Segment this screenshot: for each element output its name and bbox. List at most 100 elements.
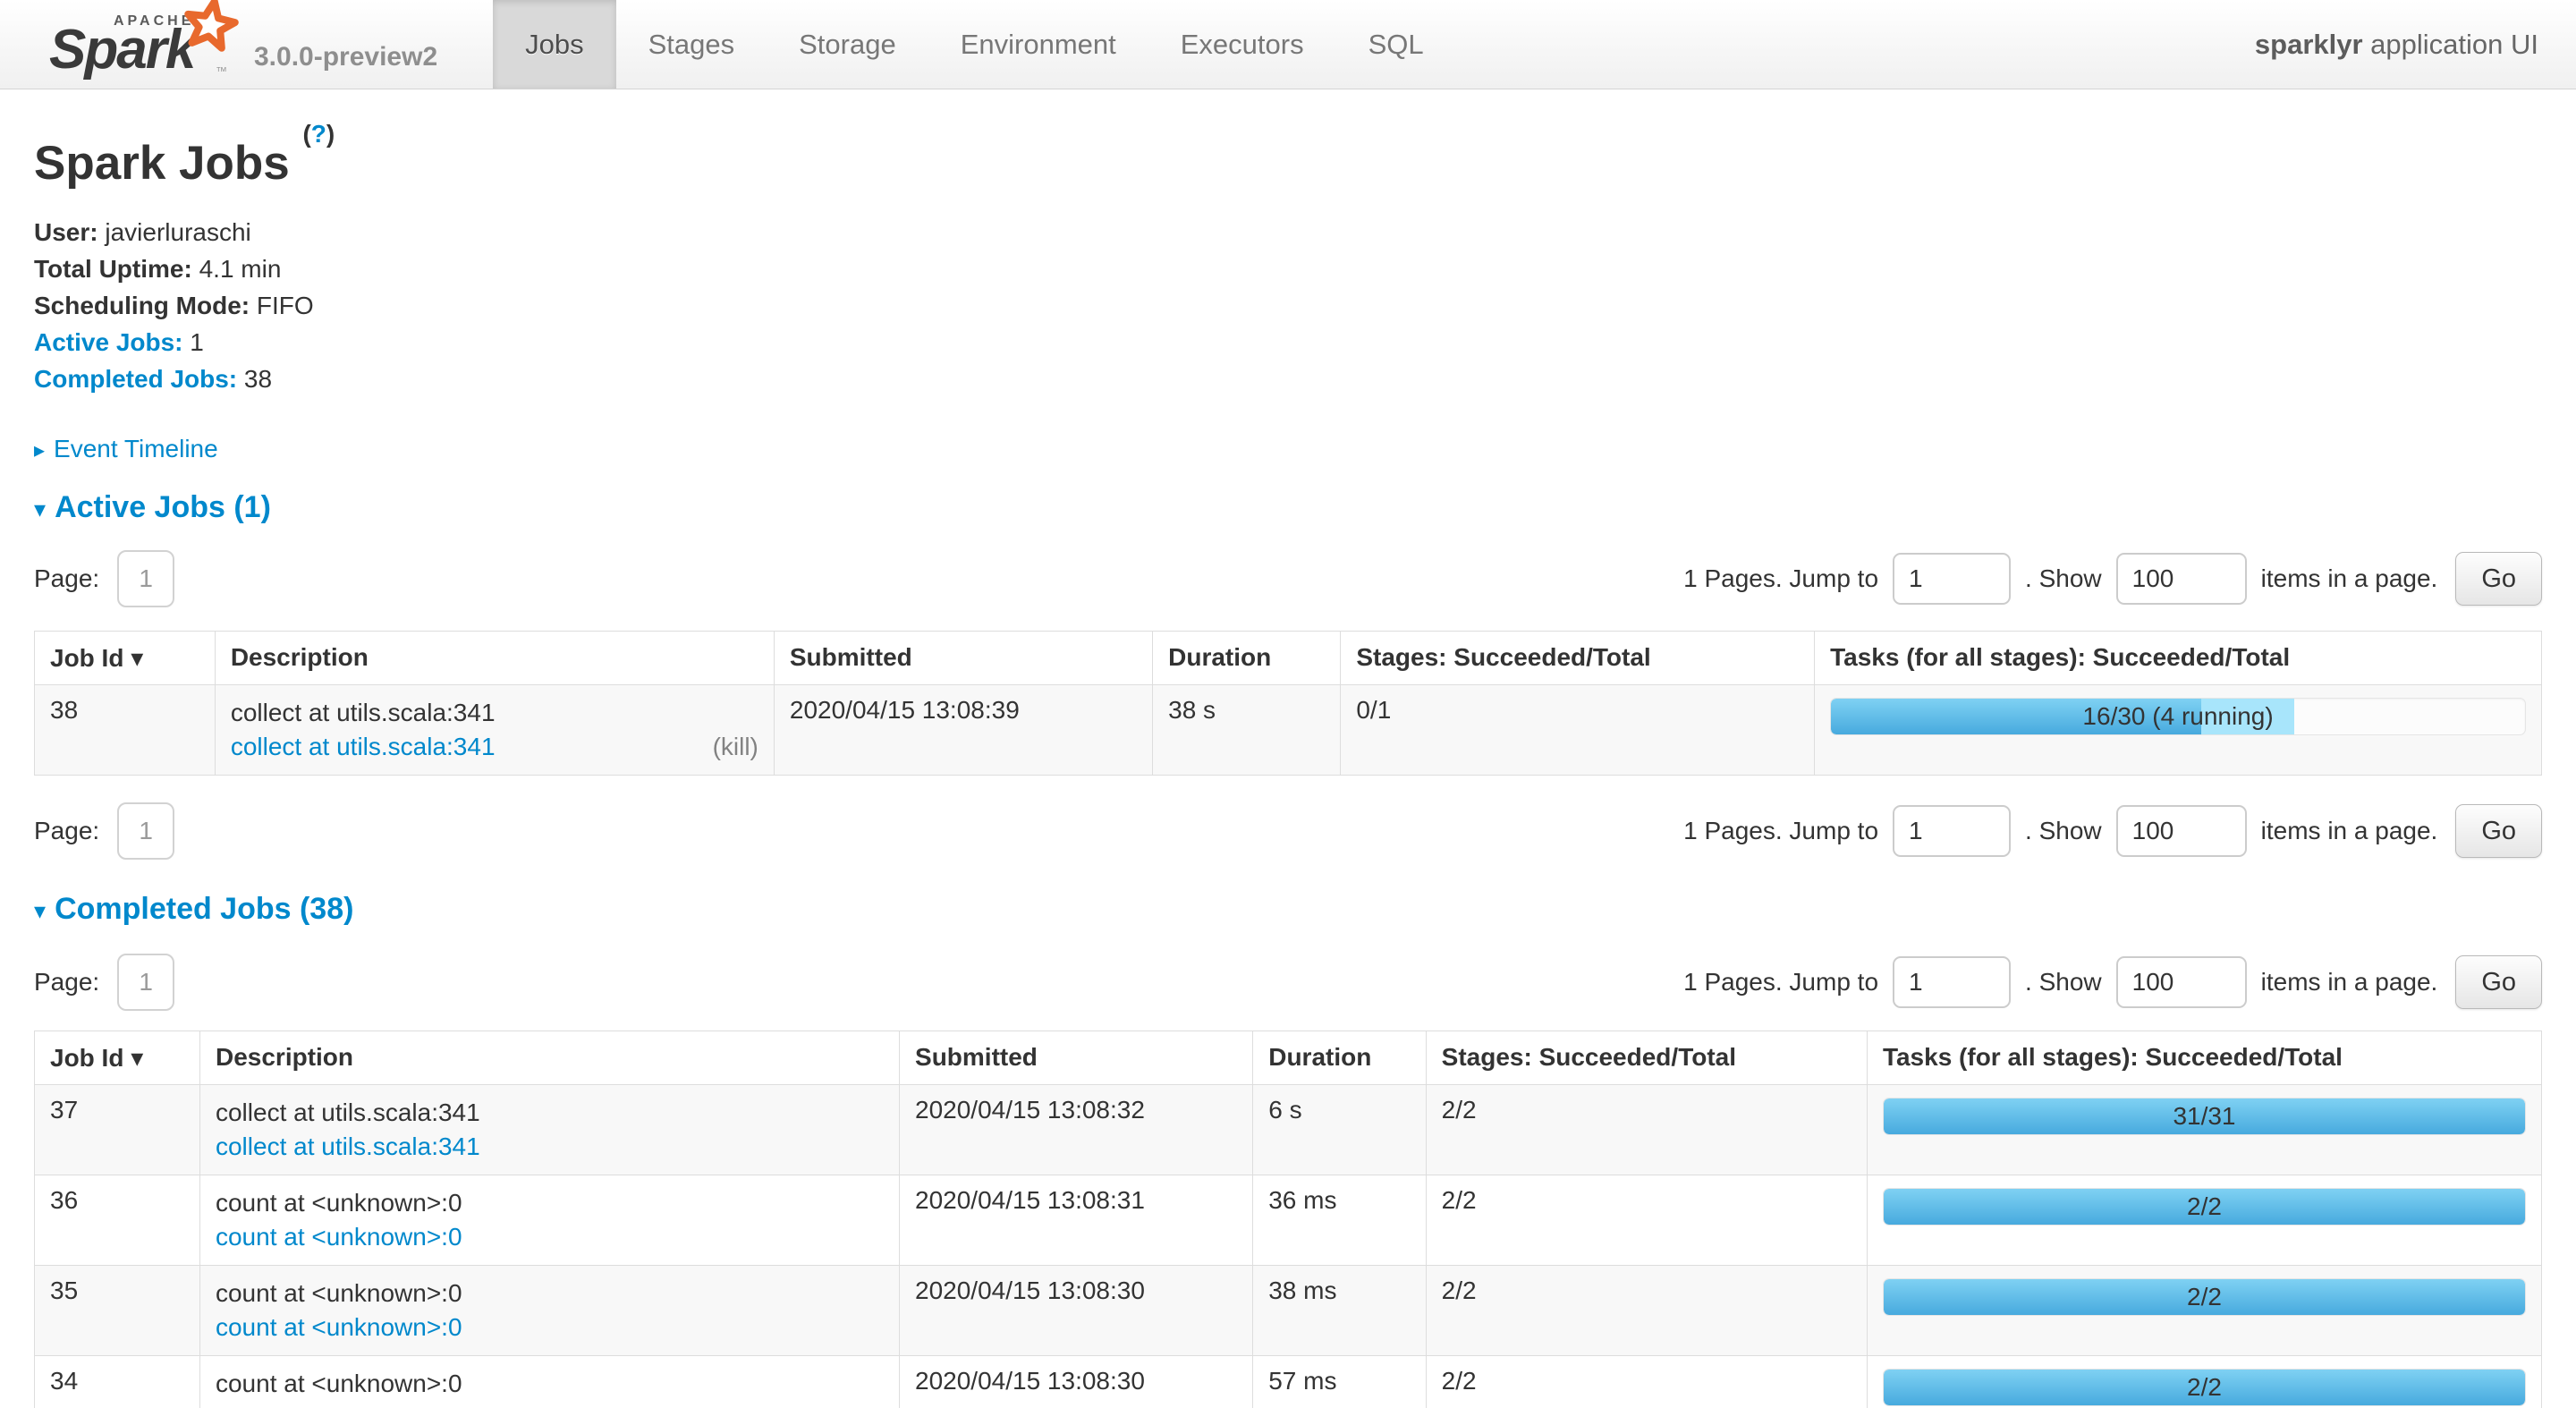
col-tasks[interactable]: Tasks (for all stages): Succeeded/Total <box>1815 632 2542 685</box>
job-id-cell: 36 <box>35 1175 200 1266</box>
collapse-arrow-icon: ▾ <box>34 496 46 522</box>
jump-to-page-input[interactable] <box>1893 805 2011 857</box>
go-button[interactable]: Go <box>2455 955 2542 1009</box>
description-cell: count at <unknown>:0 count at <unknown>:… <box>199 1266 899 1356</box>
description-cell: count at <unknown>:0 count at <unknown>:… <box>199 1175 899 1266</box>
table-row: 34 count at <unknown>:0 count at <unknow… <box>35 1356 2542 1408</box>
tab-sql[interactable]: SQL <box>1336 0 1456 89</box>
expand-arrow-icon: ▸ <box>34 438 45 462</box>
submitted-cell: 2020/04/15 13:08:39 <box>774 685 1152 776</box>
tasks-cell: 2/2 <box>1867 1266 2541 1356</box>
tasks-cell: 31/31 <box>1867 1085 2541 1175</box>
page-number-box[interactable]: 1 <box>117 802 174 860</box>
job-id-cell: 38 <box>35 685 216 776</box>
page-label: Page: <box>34 564 99 593</box>
col-duration[interactable]: Duration <box>1253 1031 1426 1085</box>
items-per-page-input[interactable] <box>2116 553 2247 605</box>
job-description-link[interactable]: collect at utils.scala:341 <box>216 1130 480 1164</box>
items-text: items in a page. <box>2261 968 2438 997</box>
table-row: 36 count at <unknown>:0 count at <unknow… <box>35 1175 2542 1266</box>
col-job-id[interactable]: Job Id ▾ <box>35 632 216 685</box>
col-stages[interactable]: Stages: Succeeded/Total <box>1426 1031 1867 1085</box>
job-id-cell: 35 <box>35 1266 200 1356</box>
progress-label: 2/2 <box>1884 1370 2525 1405</box>
completed-jobs-heading[interactable]: ▾Completed Jobs (38) <box>34 892 2542 927</box>
task-progress-bar: 16/30 (4 running) <box>1830 698 2526 735</box>
page-label: Page: <box>34 817 99 845</box>
tasks-cell: 2/2 <box>1867 1356 2541 1408</box>
task-progress-bar: 2/2 <box>1883 1278 2526 1316</box>
items-text: items in a page. <box>2261 817 2438 845</box>
tab-executors[interactable]: Executors <box>1148 0 1336 89</box>
help-link[interactable]: (?) <box>302 120 335 148</box>
col-submitted[interactable]: Submitted <box>900 1031 1253 1085</box>
job-id-cell: 37 <box>35 1085 200 1175</box>
stages-cell: 2/2 <box>1426 1085 1867 1175</box>
active-pagination-bottom: Page: 1 1 Pages. Jump to . Show items in… <box>34 802 2542 860</box>
progress-label: 2/2 <box>1884 1279 2525 1315</box>
table-row: 35 count at <unknown>:0 count at <unknow… <box>35 1266 2542 1356</box>
tab-stages[interactable]: Stages <box>616 0 767 89</box>
tasks-cell: 16/30 (4 running) <box>1815 685 2542 776</box>
duration-cell: 38 s <box>1153 685 1341 776</box>
nav-tabs: Jobs Stages Storage Environment Executor… <box>493 0 1455 89</box>
question-mark-icon: ? <box>311 120 326 148</box>
col-duration[interactable]: Duration <box>1153 632 1341 685</box>
pages-jump-text: 1 Pages. Jump to <box>1683 968 1878 997</box>
job-description-link[interactable]: count at <unknown>:0 <box>216 1401 462 1408</box>
col-tasks[interactable]: Tasks (for all stages): Succeeded/Total <box>1867 1031 2541 1085</box>
page-title: Spark Jobs (?) <box>34 136 2542 191</box>
page-number-box[interactable]: 1 <box>117 954 174 1011</box>
page-number-box[interactable]: 1 <box>117 550 174 607</box>
jump-to-page-input[interactable] <box>1893 956 2011 1008</box>
jump-to-page-input[interactable] <box>1893 553 2011 605</box>
task-progress-bar: 31/31 <box>1883 1098 2526 1135</box>
progress-label: 16/30 (4 running) <box>1831 699 2525 734</box>
description-cell: collect at utils.scala:341 collect at ut… <box>199 1085 899 1175</box>
go-button[interactable]: Go <box>2455 552 2542 606</box>
kill-link[interactable]: (kill) <box>713 730 758 764</box>
col-stages[interactable]: Stages: Succeeded/Total <box>1341 632 1815 685</box>
col-submitted[interactable]: Submitted <box>774 632 1152 685</box>
description-cell: collect at utils.scala:341 collect at ut… <box>215 685 774 776</box>
task-progress-bar: 2/2 <box>1883 1369 2526 1406</box>
show-text: . Show <box>2025 564 2102 593</box>
active-jobs-table: Job Id ▾ Description Submitted Duration … <box>34 631 2542 776</box>
table-header-row: Job Id ▾ Description Submitted Duration … <box>35 1031 2542 1085</box>
tab-environment[interactable]: Environment <box>928 0 1148 89</box>
spark-star-icon <box>177 0 243 59</box>
tasks-cell: 2/2 <box>1867 1175 2541 1266</box>
table-row: 37 collect at utils.scala:341 collect at… <box>35 1085 2542 1175</box>
tab-storage[interactable]: Storage <box>767 0 928 89</box>
job-description-link[interactable]: count at <unknown>:0 <box>216 1310 462 1344</box>
job-description-link[interactable]: collect at utils.scala:341 <box>231 730 496 764</box>
col-description[interactable]: Description <box>215 632 774 685</box>
page-label: Page: <box>34 968 99 997</box>
tab-jobs[interactable]: Jobs <box>493 0 615 89</box>
trademark-symbol: ™ <box>216 64 227 78</box>
go-button[interactable]: Go <box>2455 804 2542 858</box>
items-per-page-input[interactable] <box>2116 956 2247 1008</box>
completed-jobs-link[interactable]: Completed Jobs: <box>34 365 237 393</box>
table-header-row: Job Id ▾ Description Submitted Duration … <box>35 632 2542 685</box>
col-description[interactable]: Description <box>199 1031 899 1085</box>
col-job-id[interactable]: Job Id ▾ <box>35 1031 200 1085</box>
duration-cell: 36 ms <box>1253 1175 1426 1266</box>
pages-jump-text: 1 Pages. Jump to <box>1683 564 1878 593</box>
info-scheduling-mode: Scheduling Mode: FIFO <box>34 287 2542 324</box>
job-description-link[interactable]: count at <unknown>:0 <box>216 1220 462 1254</box>
active-jobs-link[interactable]: Active Jobs: <box>34 328 183 356</box>
items-per-page-input[interactable] <box>2116 805 2247 857</box>
application-title: sparklyr application UI <box>2255 0 2538 89</box>
event-timeline-toggle[interactable]: ▸Event Timeline <box>34 435 2542 463</box>
collapse-arrow-icon: ▾ <box>34 897 46 924</box>
table-row: 38 collect at utils.scala:341 collect at… <box>35 685 2542 776</box>
stages-cell: 2/2 <box>1426 1356 1867 1408</box>
spark-version: 3.0.0-preview2 <box>242 42 437 89</box>
pages-jump-text: 1 Pages. Jump to <box>1683 817 1878 845</box>
summary-info: User: javierluraschi Total Uptime: 4.1 m… <box>34 214 2542 397</box>
stages-cell: 0/1 <box>1341 685 1815 776</box>
active-jobs-heading[interactable]: ▾Active Jobs (1) <box>34 490 2542 525</box>
submitted-cell: 2020/04/15 13:08:32 <box>900 1085 1253 1175</box>
active-pagination-top: Page: 1 1 Pages. Jump to . Show items in… <box>34 550 2542 607</box>
